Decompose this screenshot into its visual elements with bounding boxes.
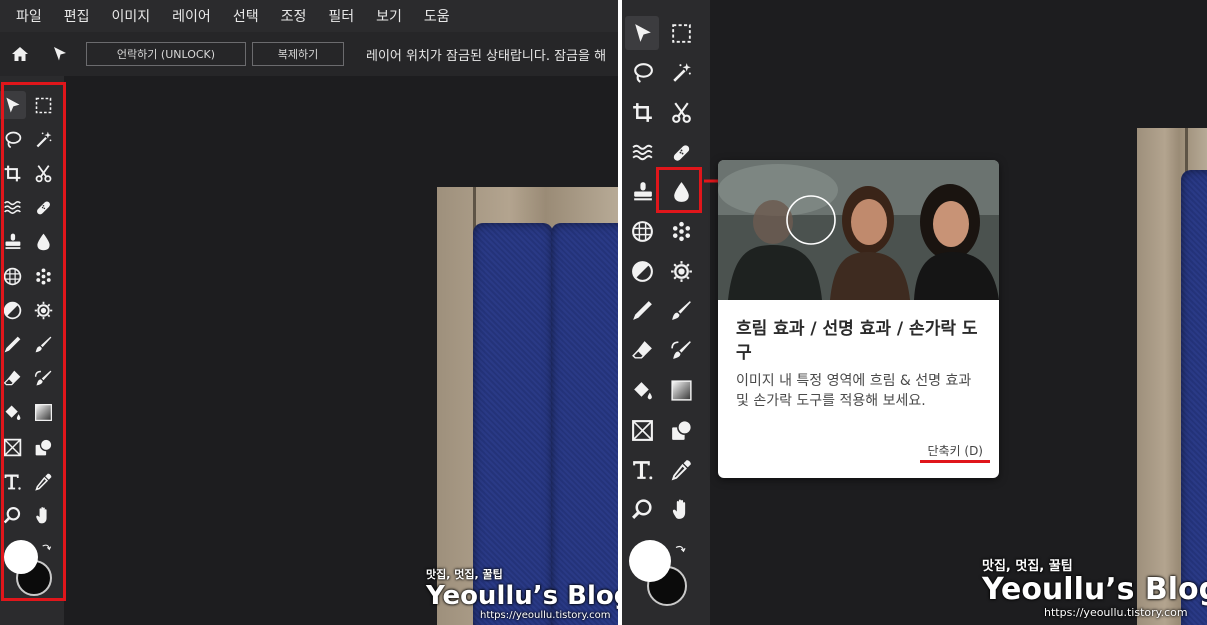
tooltip-preview-image [718, 160, 999, 300]
spot-dots-icon[interactable] [664, 215, 698, 249]
canvas-area[interactable] [64, 76, 618, 625]
healing-bandage-icon[interactable] [664, 135, 698, 169]
tool-panel-right [622, 0, 710, 625]
eraser-icon[interactable] [625, 334, 659, 368]
unlock-button[interactable]: 언락하기 (UNLOCK) [86, 42, 246, 66]
move-icon[interactable] [625, 16, 659, 50]
shortcut-underline [920, 460, 990, 463]
menu-file[interactable]: 파일 [16, 6, 42, 26]
duplicate-button[interactable]: 복제하기 [252, 42, 344, 66]
frame-icon[interactable] [625, 413, 659, 447]
move-arrow-icon[interactable] [40, 32, 80, 76]
pencil-icon[interactable] [625, 294, 659, 328]
watermark-url: https://yeoullu.tistory.com [480, 610, 611, 621]
home-icon[interactable] [0, 32, 40, 76]
swap-colors-icon[interactable] [670, 540, 694, 564]
right-screenshot-panel: 흐림 효과 / 선명 효과 / 손가락 도구 이미지 내 특정 영역에 흐림 &… [622, 0, 1207, 625]
eyedropper-icon[interactable] [664, 453, 698, 487]
menu-layer[interactable]: 레이어 [172, 6, 211, 26]
watermark-title: Yeoullu’s Blog [426, 581, 618, 611]
paint-bucket-icon[interactable] [625, 373, 659, 407]
toolbar-highlight-frame [1, 82, 66, 601]
text-icon[interactable] [625, 453, 659, 487]
menu-adjust[interactable]: 조정 [281, 6, 307, 26]
watermark-right: 맛집, 멋집, 꿀팁 Yeoullu’s Blog https://yeoull… [982, 555, 1207, 619]
magic-wand-icon[interactable] [664, 56, 698, 90]
blur-tool-highlight [656, 167, 702, 213]
watermark-url-right: https://yeoullu.tistory.com [1044, 606, 1188, 619]
brush-icon[interactable] [664, 294, 698, 328]
tooltip-shortcut: 단축키 (D) [927, 444, 983, 458]
zoom-icon[interactable] [625, 492, 659, 526]
pattern-icon[interactable] [625, 215, 659, 249]
watermark-title-right: Yeoullu’s Blog [982, 572, 1207, 607]
liquify-icon[interactable] [625, 135, 659, 169]
clone-stamp-icon[interactable] [625, 175, 659, 209]
color-replace-icon[interactable] [664, 334, 698, 368]
marquee-icon[interactable] [664, 16, 698, 50]
scissors-icon[interactable] [664, 95, 698, 129]
foreground-color-swatch[interactable] [629, 540, 671, 582]
options-bar: 언락하기 (UNLOCK) 복제하기 레이어 위치가 잠금된 상태랍니다. 잠금… [0, 32, 618, 76]
shape-icon[interactable] [664, 413, 698, 447]
menu-select[interactable]: 선택 [233, 6, 259, 26]
watermark-left: 맛집, 멋집, 꿀팁 Yeoullu’s Blog https://yeoull… [426, 566, 618, 621]
lock-status-message: 레이어 위치가 잠금된 상태랍니다. 잠금을 해 [366, 48, 607, 64]
menu-bar: 파일 편집 이미지 레이어 선택 조정 필터 보기 도움 [0, 0, 618, 32]
dodge-burn-icon[interactable] [625, 254, 659, 288]
menu-help[interactable]: 도움 [424, 6, 450, 26]
watermark-sub: 맛집, 멋집, 꿀팁 [426, 568, 503, 581]
hand-icon[interactable] [664, 492, 698, 526]
canvas-photo [437, 187, 618, 625]
gradient-icon[interactable] [664, 373, 698, 407]
menu-filter[interactable]: 필터 [328, 6, 354, 26]
sponge-icon[interactable] [664, 254, 698, 288]
menu-view[interactable]: 보기 [376, 6, 402, 26]
tooltip-title: 흐림 효과 / 선명 효과 / 손가락 도구 [736, 319, 978, 363]
left-screenshot-panel: 파일 편집 이미지 레이어 선택 조정 필터 보기 도움 언락하기 (UNLOC… [0, 0, 618, 625]
tool-tooltip-card: 흐림 효과 / 선명 효과 / 손가락 도구 이미지 내 특정 영역에 흐림 &… [718, 160, 999, 478]
menu-image[interactable]: 이미지 [112, 6, 151, 26]
menu-edit[interactable]: 편집 [64, 6, 90, 26]
lasso-icon[interactable] [625, 56, 659, 90]
crop-icon[interactable] [625, 95, 659, 129]
canvas-photo-right [1137, 128, 1207, 625]
tooltip-description: 이미지 내 특정 영역에 흐림 & 선명 효과 및 손가락 도구를 적용해 보세… [736, 373, 972, 409]
